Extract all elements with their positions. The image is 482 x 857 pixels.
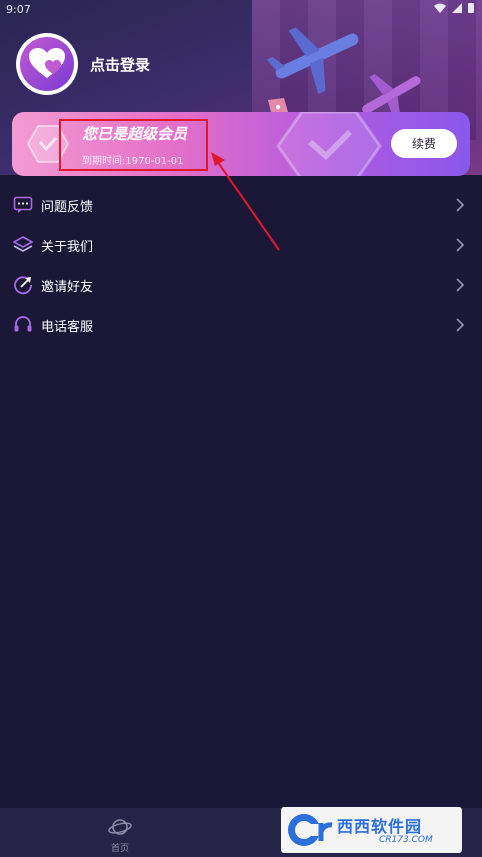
headset-icon xyxy=(14,316,32,332)
menu-item-label: 电话客服 xyxy=(41,319,94,335)
renew-button[interactable]: 续费 xyxy=(391,129,457,158)
menu-item-feedback[interactable]: 问题反馈 xyxy=(0,185,482,225)
avatar[interactable] xyxy=(16,33,78,95)
signal-icon xyxy=(452,2,462,13)
status-time: 9:07 xyxy=(6,3,31,16)
chevron-right-icon xyxy=(456,238,465,252)
feedback-icon xyxy=(13,196,33,213)
menu-item-phone-service[interactable]: 电话客服 xyxy=(0,305,482,345)
heart-logo-icon xyxy=(29,48,65,78)
battery-icon xyxy=(468,3,474,13)
watermark: 西西软件园 CR173.COM xyxy=(281,807,462,853)
watermark-logo-icon xyxy=(288,814,333,846)
menu-item-label: 关于我们 xyxy=(41,239,94,255)
menu-item-label: 问题反馈 xyxy=(41,199,94,215)
status-bar: 9:07 xyxy=(0,0,482,20)
chevron-right-icon xyxy=(456,198,465,212)
annotation-highlight-box xyxy=(59,119,208,171)
login-link[interactable]: 点击登录 xyxy=(90,54,150,75)
invite-icon xyxy=(14,276,32,295)
watermark-url: CR173.COM xyxy=(379,835,433,845)
chevron-right-icon xyxy=(456,318,465,332)
watermark-brand: 西西软件园 xyxy=(337,817,423,836)
tab-home-label: 首页 xyxy=(110,844,129,854)
planet-icon xyxy=(108,819,132,835)
wifi-icon xyxy=(434,3,446,13)
menu-item-label: 邀请好友 xyxy=(41,279,94,295)
tab-home[interactable]: 首页 xyxy=(96,808,144,857)
menu-item-invite[interactable]: 邀请好友 xyxy=(0,265,482,305)
status-icons xyxy=(434,2,474,13)
layers-icon xyxy=(13,236,33,252)
chevron-right-icon xyxy=(456,278,465,292)
vip-badge-large-decoration-icon xyxy=(276,112,382,176)
avatar-inner xyxy=(20,37,74,91)
menu-item-about[interactable]: 关于我们 xyxy=(0,225,482,265)
